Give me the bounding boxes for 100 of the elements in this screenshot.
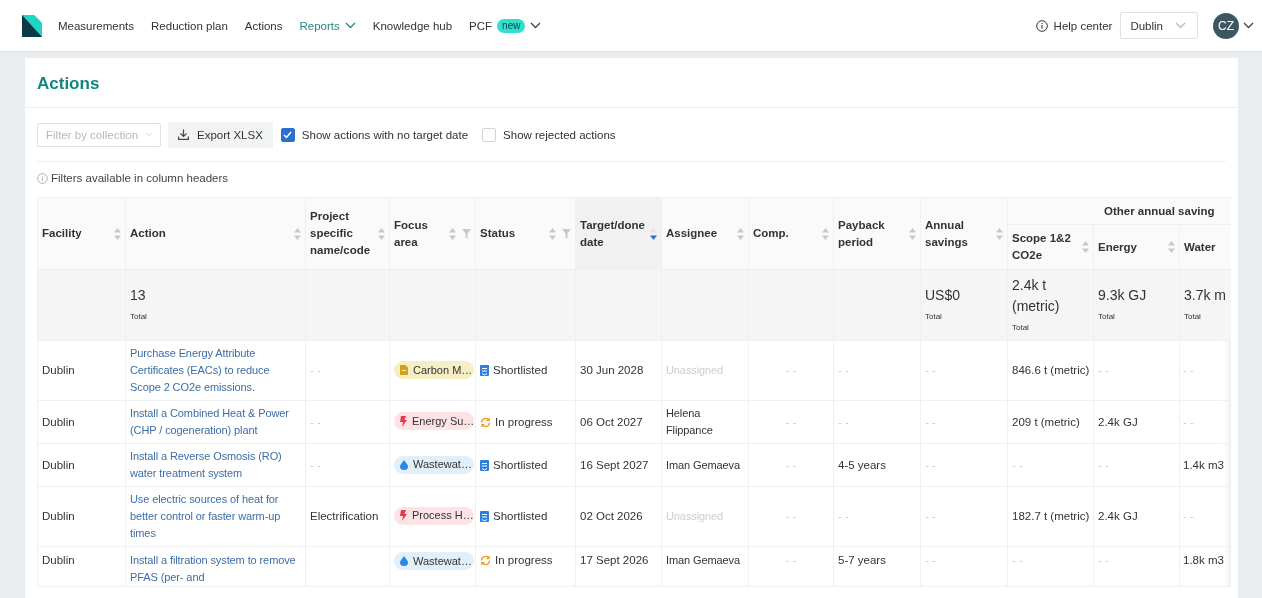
placeholder-text: - - (925, 510, 936, 522)
placeholder-text: - - (838, 415, 849, 428)
group-header: Other annual saving (1007, 197, 1231, 225)
total-value: 9.3k GJ (1098, 286, 1148, 305)
status-label: Shortlisted (480, 456, 571, 474)
table-cell: Dublin (37, 400, 126, 444)
placeholder-text: - - (785, 415, 797, 428)
facility-select[interactable]: Dublin (1120, 12, 1198, 39)
placeholder-text: - - (310, 458, 321, 471)
placeholder-text: - - (785, 364, 797, 376)
table-cell: 5-7 years (833, 546, 921, 587)
total-value: 2.4k t (metric) (1012, 275, 1061, 316)
placeholder-text: - - (1098, 458, 1109, 471)
chevron-down-icon (344, 22, 356, 29)
table-cell: Helena Flippance (661, 400, 749, 444)
user-avatar[interactable]: CZ (1213, 12, 1239, 39)
column-header[interactable]: Comp. (748, 197, 834, 270)
nav-link[interactable]: Measurements (58, 19, 135, 32)
table-cell: 06 Oct 2027 (575, 400, 662, 444)
table-cell: 02 Oct 2026 (575, 486, 662, 547)
status-label: In progress (480, 552, 571, 569)
total-label: Total (1012, 321, 1030, 334)
nav-link[interactable]: Knowledge hub (372, 19, 453, 32)
water-drop-icon (400, 459, 408, 470)
column-header[interactable]: Facility (37, 197, 126, 270)
total-label: Total (925, 311, 943, 323)
table-cell: 16 Sept 2027 (575, 443, 662, 487)
placeholder-text: - - (1098, 554, 1109, 566)
total-value: US$0 (925, 286, 962, 305)
column-header[interactable]: Payback period (833, 197, 921, 270)
column-header[interactable]: Action (125, 197, 306, 270)
nav-link[interactable]: Reduction plan (151, 19, 228, 32)
checkbox-label: Show rejected actions (503, 128, 616, 141)
table-cell: Iman Gemaeva (661, 546, 749, 587)
table-cell: Dublin (37, 443, 126, 487)
help-center-link[interactable]: Help center (1035, 19, 1113, 32)
table-cell: Dublin (37, 340, 126, 401)
table-cell: 2.4k GJ (1093, 486, 1180, 547)
column-header[interactable]: Project specific name/code (305, 197, 390, 270)
placeholder-text: - - (925, 458, 936, 471)
info-icon (37, 172, 48, 184)
column-header[interactable]: Focus area (389, 197, 476, 270)
total-value: 3.7k m (1184, 286, 1227, 305)
column-header[interactable]: Status (475, 197, 576, 270)
column-header[interactable]: Scope 1&2 CO2e (1007, 224, 1094, 270)
table-cell: 846.6 t (metric) (1007, 340, 1094, 401)
table-cell: 17 Sept 2026 (575, 546, 662, 587)
column-header[interactable]: Assignee (661, 197, 749, 270)
filter-icon[interactable] (462, 228, 471, 239)
table-cell: 4-5 years (833, 443, 921, 487)
status-label: Shortlisted (480, 362, 571, 379)
checkbox[interactable] (280, 127, 295, 142)
focus-area-tag: Wastewat… (394, 552, 474, 570)
placeholder-text: - - (1012, 554, 1023, 566)
lightning-icon (400, 510, 407, 522)
table-cell: 30 Jun 2028 (575, 340, 662, 401)
table-cell: Iman Gemaeva (661, 443, 749, 487)
column-header[interactable]: Energy (1093, 224, 1180, 270)
checkbox-label: Show actions with no target date (301, 128, 469, 141)
column-header[interactable]: Target/done date (575, 197, 662, 270)
placeholder-text: - - (1098, 364, 1109, 376)
water-drop-icon (400, 556, 408, 566)
column-header[interactable]: Annual savings (920, 197, 1008, 270)
table-cell: Dublin (37, 486, 126, 547)
placeholder-text: - - (785, 554, 797, 566)
filter-icon[interactable] (562, 228, 571, 239)
nav-link[interactable]: PCF new (469, 18, 542, 33)
nav-link[interactable]: Actions (244, 19, 283, 32)
nav-link[interactable]: Reports (299, 19, 356, 32)
table-cell: 2.4k GJ (1093, 400, 1180, 444)
chevron-down-icon (1243, 22, 1254, 29)
placeholder-text: - - (838, 364, 849, 376)
placeholder-text: - - (1183, 364, 1194, 376)
placeholder-text: - - (1183, 415, 1194, 428)
placeholder-text: - - (1183, 510, 1194, 522)
total-label: Total (1098, 311, 1116, 323)
document-icon (400, 365, 408, 375)
placeholder-text: - - (310, 364, 321, 376)
table-cell: Dublin (37, 546, 126, 587)
chevron-down-icon (146, 131, 152, 138)
column-header[interactable]: Water (1179, 224, 1231, 270)
logo-icon (22, 14, 42, 37)
focus-area-tag: Wastewat… (394, 455, 474, 474)
placeholder-text: - - (925, 364, 936, 376)
export-button[interactable]: Export XLSX (168, 121, 273, 148)
placeholder-text: - - (785, 510, 797, 522)
sort-icon[interactable] (650, 227, 657, 240)
status-label: In progress (480, 413, 571, 431)
total-label: Total (130, 311, 148, 323)
table-cell: Electrification (305, 486, 390, 547)
filters-hint: Filters available in column headers (51, 172, 229, 184)
chevron-down-icon (1175, 22, 1186, 29)
table-cell: 182.7 t (metric) (1007, 486, 1094, 547)
new-badge: new (497, 18, 526, 33)
total-value: 13 (130, 286, 147, 305)
chevron-down-icon (530, 22, 542, 29)
lightning-icon (400, 415, 407, 427)
placeholder-text: - - (310, 415, 321, 428)
placeholder-text: - - (785, 458, 797, 471)
page-title: Actions (25, 58, 1238, 108)
